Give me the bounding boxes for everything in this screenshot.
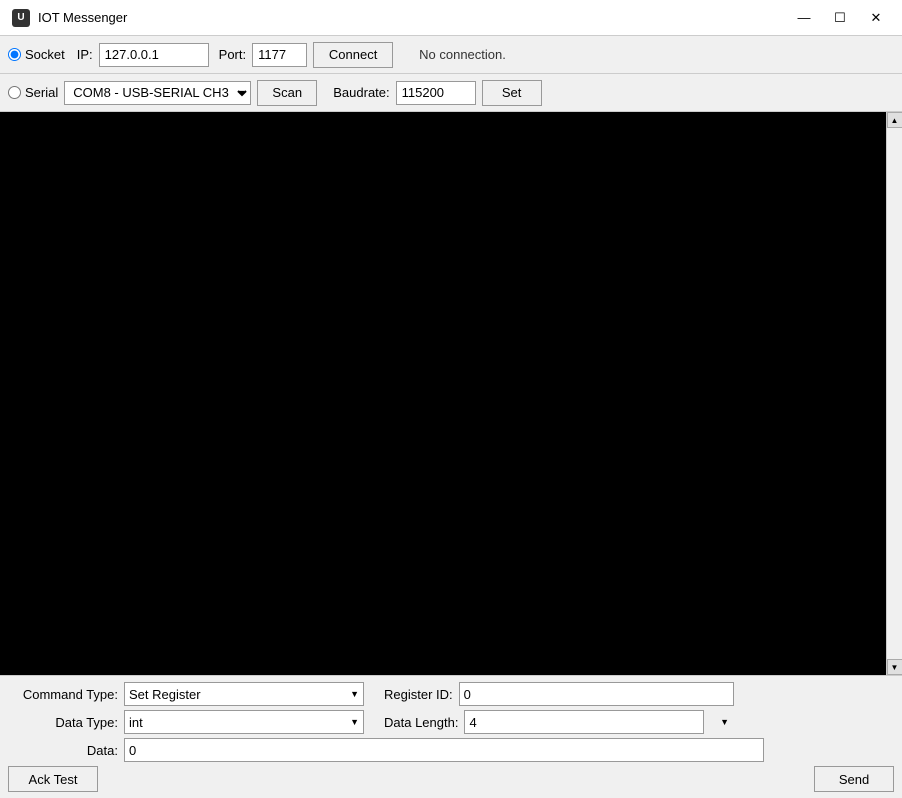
window-title: IOT Messenger (38, 10, 790, 25)
data-length-select[interactable]: 4 (464, 710, 704, 734)
ip-label: IP: (77, 47, 93, 62)
register-id-section: Register ID: (384, 682, 734, 706)
socket-toolbar: Socket IP: Port: Connect No connection. (0, 36, 902, 74)
scrollbar: ▲ ▼ (886, 112, 902, 675)
socket-radio[interactable] (8, 48, 21, 61)
data-type-row: Data Type: int Data Length: 4 (8, 710, 894, 734)
minimize-button[interactable]: — (790, 8, 818, 28)
ip-input[interactable] (99, 43, 209, 67)
title-bar: U IOT Messenger — ☐ ✕ (0, 0, 902, 36)
serial-label: Serial (25, 85, 58, 100)
message-area (0, 112, 886, 675)
port-input[interactable] (252, 43, 307, 67)
data-input[interactable] (124, 738, 764, 762)
main-content: Socket IP: Port: Connect No connection. … (0, 36, 902, 798)
command-type-label: Command Type: (8, 687, 118, 702)
data-type-select[interactable]: int (124, 710, 364, 734)
data-length-section: Data Length: 4 (384, 710, 734, 734)
connection-status: No connection. (419, 47, 506, 62)
bottom-panel: Command Type: Set Register Register ID: … (0, 675, 902, 798)
scroll-down[interactable]: ▼ (887, 659, 902, 675)
socket-radio-label[interactable]: Socket (8, 47, 65, 62)
close-button[interactable]: ✕ (862, 8, 890, 28)
com-port-wrapper: COM8 - USB-SERIAL CH3 (64, 81, 251, 105)
data-row: Data: (8, 738, 894, 762)
baudrate-input[interactable] (396, 81, 476, 105)
ack-test-button[interactable]: Ack Test (8, 766, 98, 792)
port-label: Port: (219, 47, 246, 62)
scan-button[interactable]: Scan (257, 80, 317, 106)
scroll-up[interactable]: ▲ (887, 112, 902, 128)
set-button[interactable]: Set (482, 80, 542, 106)
data-label: Data: (8, 743, 118, 758)
command-type-row: Command Type: Set Register Register ID: (8, 682, 894, 706)
serial-radio[interactable] (8, 86, 21, 99)
connect-button[interactable]: Connect (313, 42, 393, 68)
command-type-wrapper: Set Register (124, 682, 364, 706)
window-controls: — ☐ ✕ (790, 8, 890, 28)
com-port-select[interactable]: COM8 - USB-SERIAL CH3 (64, 81, 251, 105)
message-area-container: ▲ ▼ (0, 112, 902, 675)
data-length-wrapper: 4 (464, 710, 734, 734)
app-icon: U (12, 9, 30, 27)
action-row: Ack Test Send (8, 766, 894, 792)
register-id-label: Register ID: (384, 687, 453, 702)
serial-toolbar: Serial COM8 - USB-SERIAL CH3 Scan Baudra… (0, 74, 902, 112)
maximize-button[interactable]: ☐ (826, 8, 854, 28)
socket-label: Socket (25, 47, 65, 62)
send-button[interactable]: Send (814, 766, 894, 792)
data-type-wrapper: int (124, 710, 364, 734)
data-length-label: Data Length: (384, 715, 458, 730)
baudrate-label: Baudrate: (333, 85, 389, 100)
serial-radio-label[interactable]: Serial (8, 85, 58, 100)
data-type-label: Data Type: (8, 715, 118, 730)
command-type-select[interactable]: Set Register (124, 682, 364, 706)
register-id-input[interactable] (459, 682, 734, 706)
